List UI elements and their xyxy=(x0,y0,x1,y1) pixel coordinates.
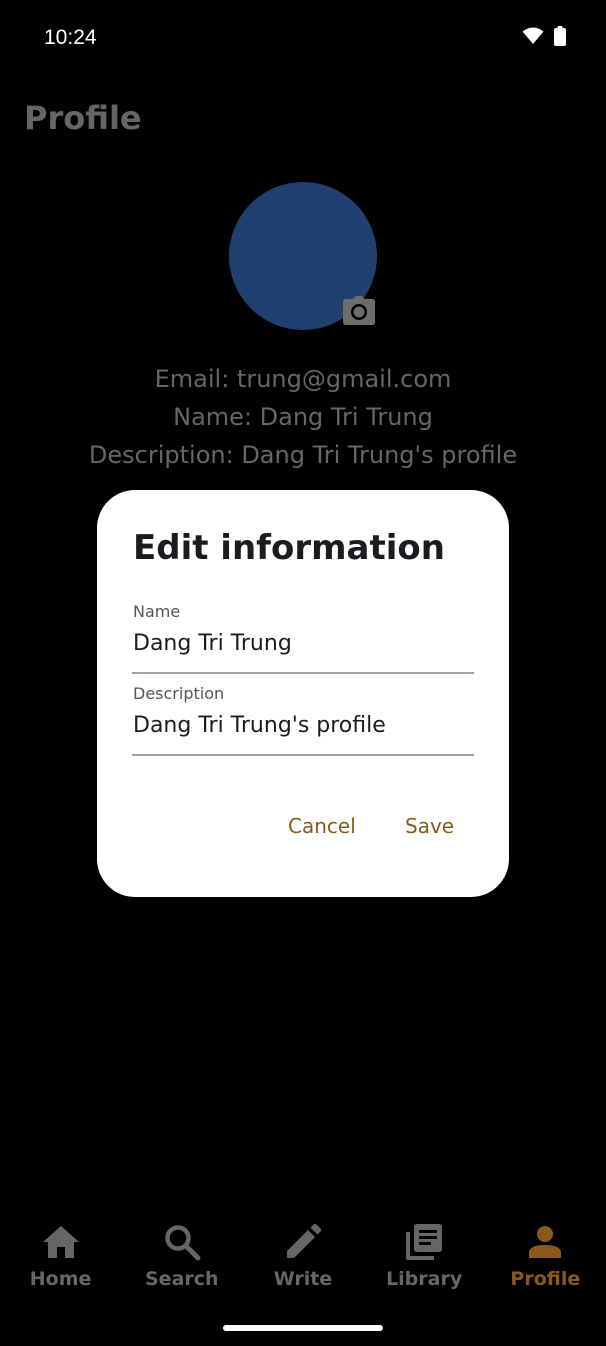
profile-email: Email: trung@gmail.com xyxy=(154,365,452,393)
bottom-navigation: Home Search Write Library Profile xyxy=(0,1220,606,1310)
profile-name: Name: Dang Tri Trung xyxy=(173,403,433,431)
battery-icon xyxy=(554,26,566,50)
nav-label-write: Write xyxy=(273,1268,333,1290)
name-field-label: Name xyxy=(133,602,181,621)
description-field-label: Description xyxy=(133,684,225,703)
profile-description: Description: Dang Tri Trung's profile xyxy=(88,441,518,469)
page-title: Profile xyxy=(24,99,142,137)
camera-icon[interactable] xyxy=(342,296,376,326)
status-time: 10:24 xyxy=(44,26,97,49)
nav-item-home[interactable]: Home xyxy=(0,1220,121,1310)
nav-label-library: Library xyxy=(386,1268,463,1290)
home-icon xyxy=(39,1220,83,1264)
pencil-icon xyxy=(281,1220,325,1264)
cancel-button[interactable]: Cancel xyxy=(288,812,356,840)
description-field[interactable]: Dang Tri Trung's profile xyxy=(133,710,386,742)
description-field-underline xyxy=(132,754,474,756)
save-button[interactable]: Save xyxy=(405,812,454,840)
wifi-icon xyxy=(522,27,544,49)
nav-label-search: Search xyxy=(145,1268,219,1290)
nav-label-home: Home xyxy=(29,1268,92,1290)
nav-item-search[interactable]: Search xyxy=(121,1220,242,1310)
search-icon xyxy=(160,1220,204,1264)
home-indicator[interactable] xyxy=(223,1325,383,1331)
nav-item-write[interactable]: Write xyxy=(242,1220,363,1310)
dialog-title: Edit information xyxy=(133,528,445,568)
library-icon xyxy=(402,1220,446,1264)
edit-information-dialog: Edit information Name Dang Tri Trung Des… xyxy=(97,490,509,897)
person-icon xyxy=(523,1220,567,1264)
status-icons xyxy=(522,26,566,50)
nav-item-library[interactable]: Library xyxy=(364,1220,485,1310)
nav-item-profile[interactable]: Profile xyxy=(485,1220,606,1310)
name-field[interactable]: Dang Tri Trung xyxy=(133,628,292,660)
nav-label-profile: Profile xyxy=(510,1268,581,1290)
name-field-underline xyxy=(132,672,474,674)
